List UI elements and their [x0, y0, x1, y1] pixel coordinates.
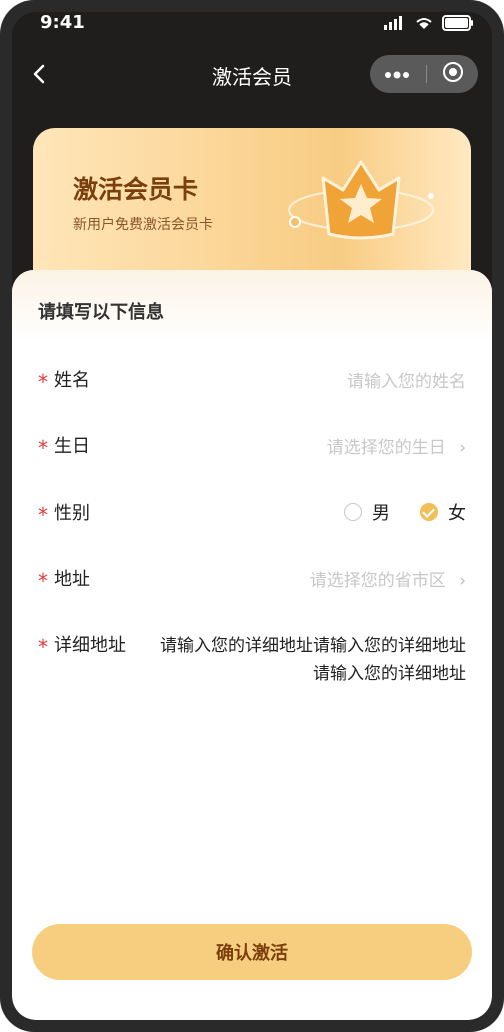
required-mark: * — [38, 503, 48, 527]
required-mark: * — [38, 635, 48, 659]
confirm-activate-button[interactable]: 确认激活 — [32, 924, 472, 980]
birthday-picker[interactable]: 请选择您的生日 › — [327, 433, 466, 458]
field-label-detail-address: 详细地址 — [54, 635, 126, 656]
birthday-placeholder: 请选择您的生日 — [326, 438, 446, 458]
card-title: 激活会员卡 — [73, 175, 199, 204]
device-frame: 9:41 激活会员 激活会员卡 新用户免费激活会员卡 请填写以下信息 * 姓名 … — [0, 0, 504, 1032]
screen: 9:41 激活会员 激活会员卡 新用户免费激活会员卡 请填写以下信息 * 姓名 … — [12, 12, 492, 1020]
gender-label-female: 女 — [448, 503, 466, 524]
capsule-divider — [425, 65, 427, 83]
detail-address-input[interactable]: 请输入您的详细地址请输入您的详细地址请输入您的详细地址 — [154, 632, 466, 688]
status-bar: 9:41 — [12, 12, 492, 36]
chevron-right-icon: › — [459, 571, 466, 591]
signal-icon — [384, 16, 402, 30]
more-icon — [385, 71, 409, 78]
required-mark: * — [38, 569, 48, 593]
field-label-address: 地址 — [54, 569, 90, 590]
nav-bar: 激活会员 — [12, 52, 492, 100]
field-label-name: 姓名 — [54, 370, 90, 391]
gender-option-male[interactable]: 男 — [344, 499, 390, 525]
more-button[interactable] — [384, 65, 410, 84]
address-picker[interactable]: 请选择您的省市区 › — [310, 566, 466, 591]
mini-program-capsule — [370, 55, 478, 93]
crown-icon — [288, 160, 434, 240]
target-icon — [443, 62, 463, 82]
form-panel: 请填写以下信息 * 姓名 请输入您的姓名 * 生日 请选择您的生日 › * 性别 — [12, 270, 492, 1020]
chevron-right-icon: › — [459, 438, 466, 458]
form-section-title: 请填写以下信息 — [38, 302, 164, 323]
address-placeholder: 请选择您的省市区 — [309, 571, 446, 591]
gender-label-male: 男 — [372, 503, 390, 524]
field-label-gender: 性别 — [54, 503, 90, 524]
field-gender: * 性别 男 女 — [38, 499, 466, 539]
field-address[interactable]: * 地址 请选择您的省市区 › — [38, 565, 466, 605]
field-birthday[interactable]: * 生日 请选择您的生日 › — [38, 432, 466, 472]
wifi-icon — [416, 18, 432, 29]
battery-icon — [442, 15, 473, 31]
gender-option-female[interactable]: 女 — [420, 499, 466, 525]
status-icons — [384, 15, 474, 31]
card-subtitle: 新用户免费激活会员卡 — [73, 217, 213, 233]
status-time: 9:41 — [40, 12, 85, 33]
field-label-birthday: 生日 — [54, 436, 90, 457]
check-icon — [420, 503, 438, 521]
required-mark: * — [38, 370, 48, 394]
name-input[interactable]: 请输入您的姓名 — [347, 367, 466, 392]
close-program-button[interactable] — [442, 61, 464, 87]
required-mark: * — [38, 436, 48, 460]
radio-icon — [344, 503, 362, 521]
field-name[interactable]: * 姓名 请输入您的姓名 — [38, 366, 466, 406]
